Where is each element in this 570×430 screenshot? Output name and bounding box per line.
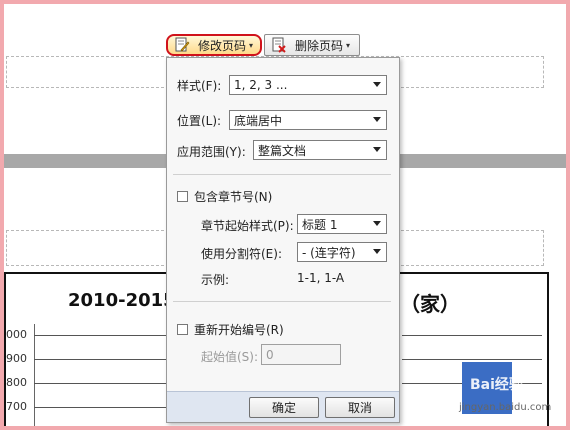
example-label: 示例: (201, 273, 230, 287)
start-value-text: 0 (266, 347, 274, 362)
chart-title-left: 2010-2015 (68, 290, 176, 311)
modify-page-number-label: 修改页码 (198, 38, 247, 53)
chevron-down-icon: ▾ (346, 40, 351, 50)
restart-row[interactable]: 重新开始编号(R) (177, 321, 284, 338)
start-value-label: 起始值(S): (201, 350, 259, 364)
divider (173, 174, 391, 175)
separator-row: 使用分割符(E): (201, 245, 282, 262)
delete-page-number-label: 删除页码 (295, 38, 344, 53)
example-value-row: 1-1, 1-A (297, 271, 344, 285)
chapter-start-row: 章节起始样式(P): (201, 217, 294, 234)
chart-title-right: （家） (400, 292, 460, 316)
y-tick-label: 700 (6, 400, 27, 413)
style-select[interactable]: 1, 2, 3 ... (229, 75, 387, 95)
dialog-footer: 确定 取消 (167, 391, 399, 422)
scope-row: 应用范围(Y): (177, 143, 246, 160)
position-select[interactable]: 底端居中 (229, 110, 387, 130)
scope-select-value: 整篇文档 (258, 143, 307, 158)
style-label: 样式(F): (177, 79, 222, 93)
restart-numbering-checkbox[interactable] (177, 324, 188, 335)
separator-label: 使用分割符(E): (201, 247, 282, 261)
chart-y-axis (34, 324, 35, 426)
divider (173, 301, 391, 302)
separator-value: - (连字符) (302, 245, 356, 260)
chapter-start-value: 标题 1 (302, 217, 338, 232)
chapter-start-label: 章节起始样式(P): (201, 219, 294, 233)
start-value-row: 起始值(S): (201, 348, 258, 365)
delete-page-number-button[interactable]: 删除页码 ▾ (264, 34, 360, 56)
include-chapter-label: 包含章节号(N) (194, 190, 273, 204)
example-row: 示例: (201, 271, 229, 288)
chevron-down-icon (373, 147, 381, 152)
cancel-button[interactable]: 取消 (325, 397, 395, 418)
restart-numbering-label: 重新开始编号(R) (194, 323, 284, 337)
chevron-down-icon (373, 82, 381, 87)
edit-page-icon (174, 37, 190, 53)
chapter-start-select[interactable]: 标题 1 (297, 214, 387, 234)
chevron-down-icon (373, 221, 381, 226)
example-value: 1-1, 1-A (297, 271, 345, 285)
y-tick-label: 900 (6, 352, 27, 365)
chart-gridline (402, 359, 542, 360)
include-chapter-row[interactable]: 包含章节号(N) (177, 188, 272, 205)
chevron-down-icon (373, 117, 381, 122)
chevron-down-icon: ▾ (249, 40, 254, 50)
style-select-value: 1, 2, 3 ... (234, 78, 288, 92)
position-row: 位置(L): (177, 112, 221, 129)
style-row: 样式(F): (177, 77, 221, 94)
watermark-logo-text: Bai经验 (470, 377, 523, 393)
position-select-value: 底端居中 (234, 113, 283, 128)
ok-button[interactable]: 确定 (249, 397, 319, 418)
page-number-settings-panel: 样式(F): 1, 2, 3 ... 位置(L): 底端居中 应用范围(Y): … (166, 57, 400, 423)
y-tick-label: 000 (6, 328, 27, 341)
y-tick-label: 800 (6, 376, 27, 389)
watermark-url: jingyan.baidu.com (459, 402, 552, 413)
chevron-down-icon (373, 249, 381, 254)
include-chapter-checkbox[interactable] (177, 191, 188, 202)
separator-select[interactable]: - (连字符) (297, 242, 387, 262)
delete-page-icon (271, 37, 287, 53)
app-frame: 2010-2015 （家） 000 900 800 700 Bai经验 jing… (4, 4, 566, 426)
scope-label: 应用范围(Y): (177, 145, 246, 159)
chart-gridline (402, 335, 542, 336)
scope-select[interactable]: 整篇文档 (253, 140, 387, 160)
start-value-input[interactable]: 0 (261, 344, 341, 365)
modify-page-number-button[interactable]: 修改页码 ▾ (166, 34, 262, 56)
position-label: 位置(L): (177, 114, 222, 128)
